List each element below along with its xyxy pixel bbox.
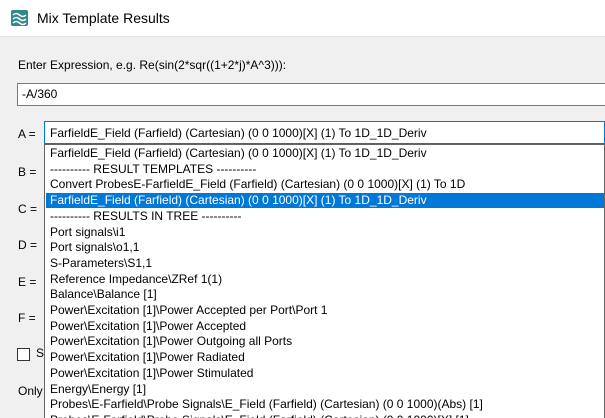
variable-d-label: D = [18, 238, 38, 252]
dropdown-item[interactable]: Probes\E-Farfield\Probe Signals\E_Field … [46, 413, 604, 418]
dropdown-item[interactable]: Power\Excitation [1]\Power Radiated [46, 350, 604, 365]
dropdown-item[interactable]: Probes\E-Farfield\Probe Signals\E_Field … [46, 397, 604, 412]
variable-a-combobox-value: FarfieldE_Field (Farfield) (Cartesian) (… [50, 126, 427, 140]
dropdown-item[interactable]: Port signals\i1 [46, 225, 604, 240]
variable-a-dropdown-list[interactable]: FarfieldE_Field (Farfield) (Cartesian) (… [44, 144, 605, 418]
title-bar[interactable]: Mix Template Results [0, 0, 605, 36]
dropdown-item[interactable]: S-Parameters\S1,1 [46, 256, 604, 271]
only-label: Only [18, 384, 43, 398]
dialog-body: Enter Expression, e.g. Re(sin(2*sqr((1+2… [0, 36, 605, 418]
variable-b-label: B = [18, 165, 37, 179]
variable-f-label: F = [18, 311, 36, 325]
dropdown-item[interactable]: Power\Excitation [1]\Power Accepted [46, 319, 604, 334]
variable-c-label: C = [18, 202, 38, 216]
variable-a-combobox[interactable]: FarfieldE_Field (Farfield) (Cartesian) (… [44, 121, 605, 144]
dropdown-item-selected[interactable]: FarfieldE_Field (Farfield) (Cartesian) (… [46, 193, 604, 209]
dropdown-item[interactable]: ---------- RESULT TEMPLATES ---------- [46, 162, 604, 177]
dropdown-item[interactable]: Balance\Balance [1] [46, 287, 604, 302]
dropdown-item[interactable]: Power\Excitation [1]\Power Outgoing all … [46, 334, 604, 349]
expression-input[interactable]: -A/360 [17, 83, 605, 106]
dropdown-item[interactable]: FarfieldE_Field (Farfield) (Cartesian) (… [46, 146, 604, 161]
window-title: Mix Template Results [37, 10, 170, 26]
dropdown-item[interactable]: Convert ProbesE-FarfieldE_Field (Farfiel… [46, 177, 604, 192]
dropdown-item[interactable]: ---------- RESULTS IN TREE ---------- [46, 209, 604, 224]
dropdown-item[interactable]: Energy\Energy [1] [46, 382, 604, 397]
dropdown-item[interactable]: Power\Excitation [1]\Power Stimulated [46, 366, 604, 381]
dropdown-item[interactable]: Power\Excitation [1]\Power Accepted per … [46, 303, 604, 318]
app-waves-icon [11, 10, 28, 26]
variable-e-label: E = [18, 275, 37, 289]
dropdown-item[interactable]: Port signals\o1,1 [46, 240, 604, 255]
option-checkbox[interactable] [17, 348, 30, 361]
expression-label: Enter Expression, e.g. Re(sin(2*sqr((1+2… [18, 58, 287, 72]
dropdown-item[interactable]: Reference Impedance\ZRef 1(1) [46, 272, 604, 287]
option-checkbox-label: S [36, 346, 45, 360]
variable-a-label: A = [18, 127, 36, 141]
